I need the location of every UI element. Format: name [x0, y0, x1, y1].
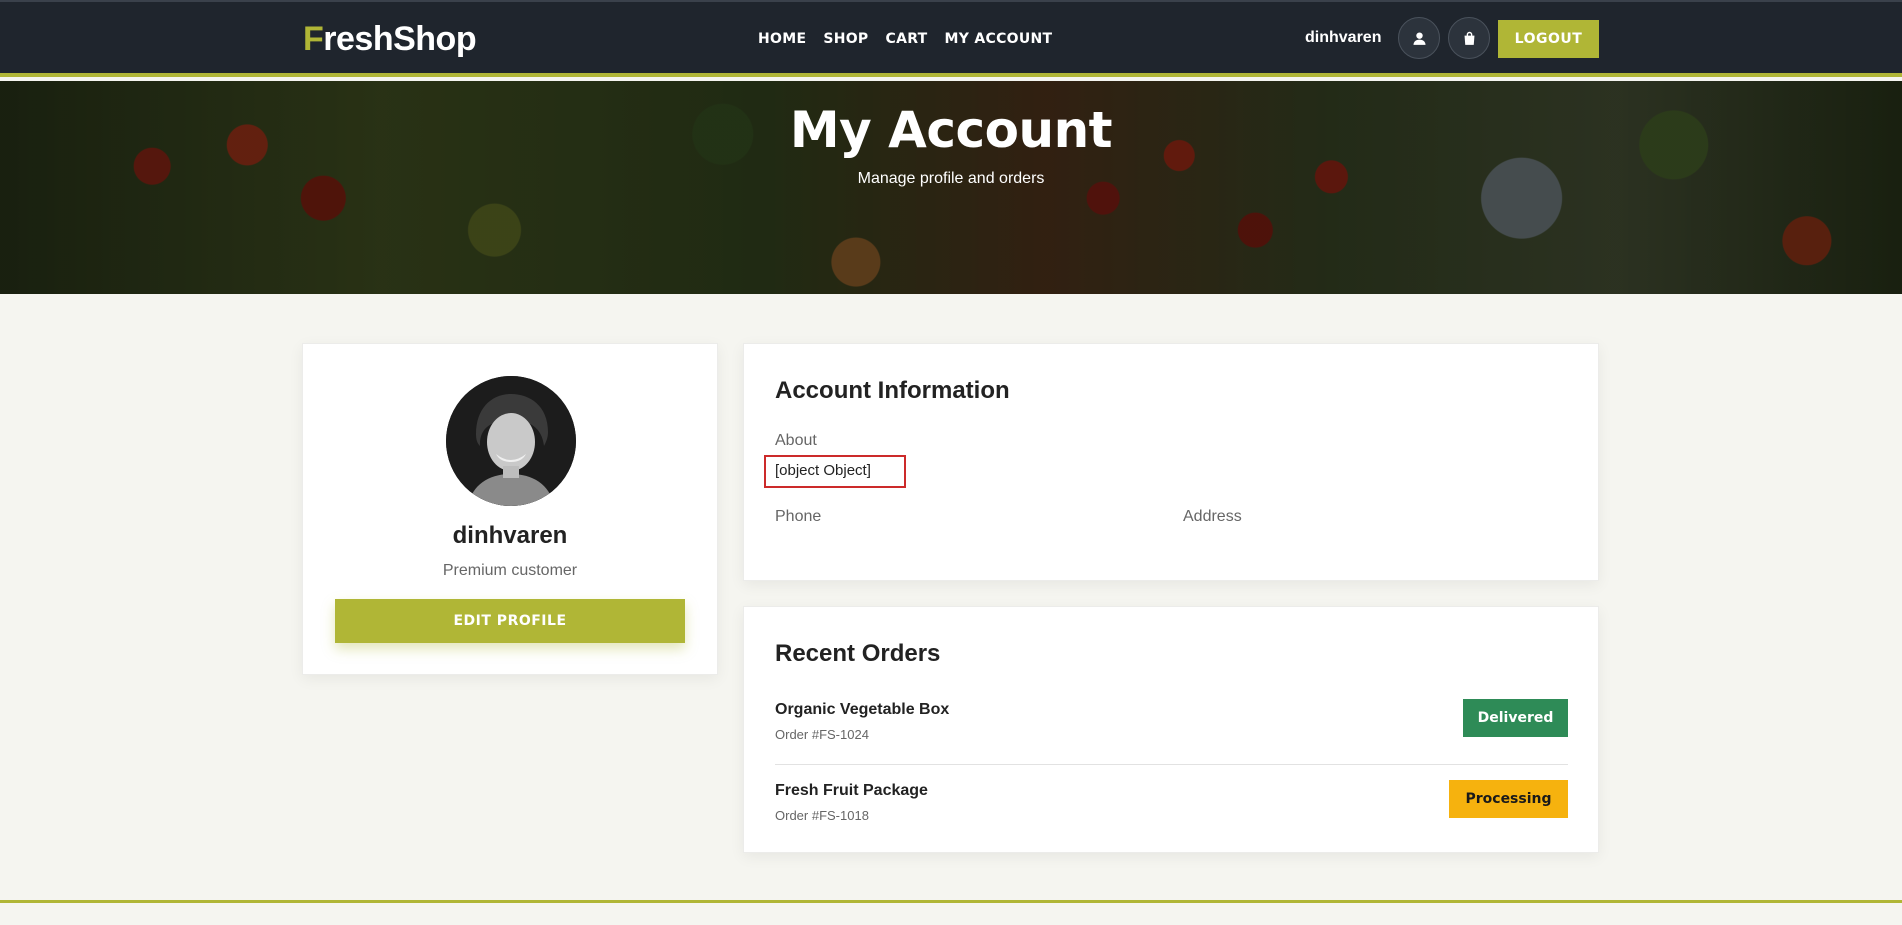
cart-bag-button[interactable] [1448, 17, 1490, 59]
avatar [446, 376, 576, 506]
recent-orders-title: Recent Orders [775, 640, 941, 667]
logo-accent-letter: F [303, 20, 324, 58]
profile-card: dinhvaren Premium customer EDIT PROFILE [302, 343, 718, 675]
order-row[interactable]: Organic Vegetable Box Order #FS-1024 Del… [775, 693, 1568, 765]
status-badge: Delivered [1463, 699, 1568, 737]
main-nav: HOME SHOP CART MY ACCOUNT [758, 31, 1052, 47]
logo-text: reshShop [323, 20, 477, 58]
avatar-image [446, 376, 576, 506]
about-value: [object Object] [764, 455, 906, 488]
address-label: Address [1183, 508, 1242, 525]
edit-profile-button[interactable]: EDIT PROFILE [335, 599, 685, 643]
order-id: Order #FS-1024 [775, 727, 869, 742]
profile-role: Premium customer [442, 562, 578, 579]
account-information-card: Account Information About [object Object… [743, 343, 1599, 581]
account-information-title: Account Information [775, 377, 1010, 404]
nav-cart-link[interactable]: CART [886, 31, 928, 47]
nav-home-link[interactable]: HOME [758, 31, 806, 47]
profile-name: dinhvaren [452, 522, 568, 549]
logout-button[interactable]: LOGOUT [1498, 20, 1599, 58]
nav-shop-link[interactable]: SHOP [823, 31, 868, 47]
status-badge: Processing [1449, 780, 1568, 818]
user-icon [1412, 31, 1426, 45]
recent-orders-card: Recent Orders Organic Vegetable Box Orde… [743, 606, 1599, 853]
page-title: My Account [789, 101, 1113, 159]
about-label: About [775, 432, 817, 449]
hero-banner: My Account Manage profile and orders [0, 81, 1902, 294]
freshshop-logo[interactable]: FreshShop [303, 20, 477, 59]
order-id: Order #FS-1018 [775, 808, 869, 823]
order-row[interactable]: Fresh Fruit Package Order #FS-1018 Proce… [775, 774, 1568, 846]
header-username: dinhvaren [1305, 29, 1382, 46]
shopping-bag-icon [1464, 31, 1474, 45]
nav-my-account-link[interactable]: MY ACCOUNT [945, 31, 1053, 47]
order-name: Organic Vegetable Box [775, 701, 950, 718]
profile-button[interactable] [1398, 17, 1440, 59]
phone-label: Phone [775, 508, 822, 525]
footer-divider [0, 900, 1902, 903]
order-name: Fresh Fruit Package [775, 782, 928, 799]
top-navbar: FreshShop HOME SHOP CART MY ACCOUNT dinh… [0, 0, 1902, 77]
page-subtitle: Manage profile and orders [857, 170, 1045, 187]
